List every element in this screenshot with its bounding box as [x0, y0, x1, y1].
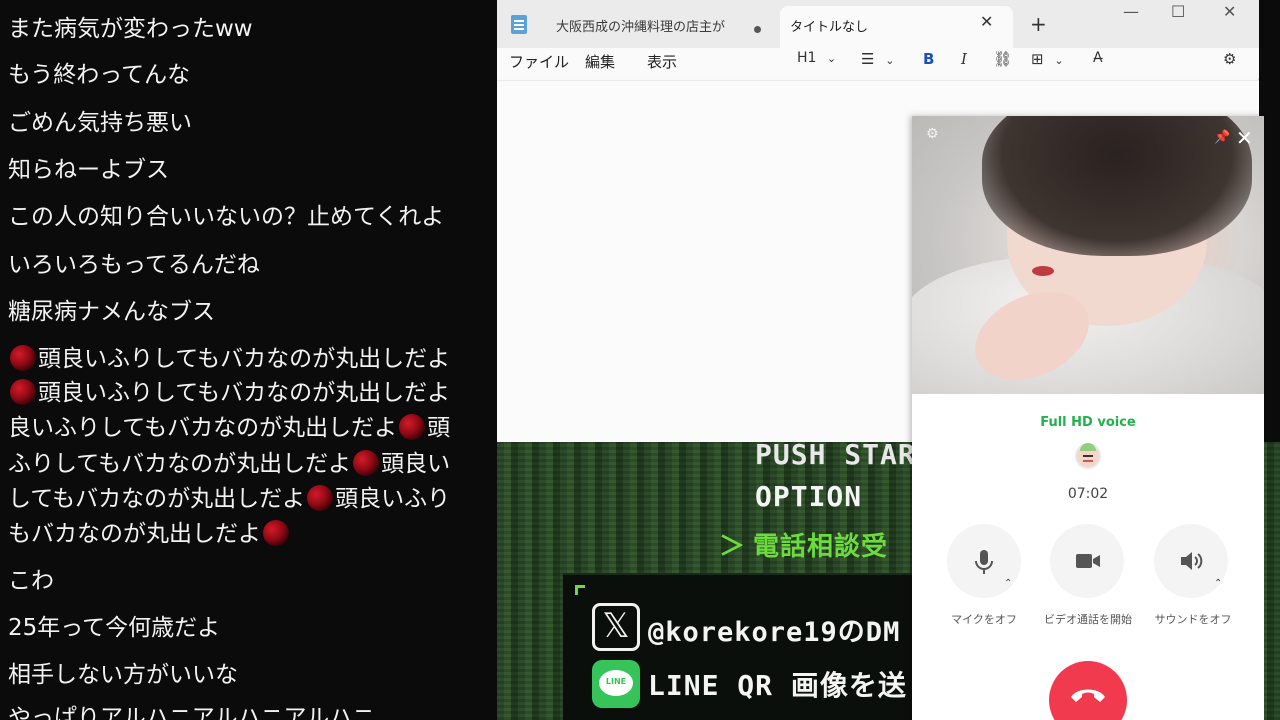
chat-message: この人の知り合いいないの？止めてくれよ — [8, 204, 445, 230]
corner-marker — [575, 585, 585, 595]
call-quality-label: Full HD voice — [1040, 415, 1136, 430]
bomb-emoji-icon — [307, 485, 334, 511]
game-menu-item: 電話相談受 — [753, 532, 889, 562]
pin-icon[interactable]: 📌 — [1214, 130, 1230, 145]
settings-gear-icon[interactable]: ⚙ — [1223, 50, 1236, 68]
chat-message: 知らねーよブス — [8, 157, 169, 183]
table-dropdown[interactable]: ⊞ ⌄ — [1031, 50, 1064, 68]
line-qr-text: LINE QR 画像を送 — [648, 669, 907, 702]
bomb-emoji-icon — [10, 345, 36, 371]
maximize-button[interactable]: ☐ — [1171, 2, 1185, 21]
close-tab-icon[interactable]: ✕ — [980, 12, 993, 31]
chat-message: こわ — [8, 568, 54, 594]
mic-icon — [975, 550, 993, 574]
minimize-button[interactable]: — — [1123, 2, 1139, 21]
speaker-icon — [1181, 552, 1203, 570]
spellcheck-icon[interactable]: A̶ — [1093, 50, 1103, 66]
title-bar: 大阪西成の沖縄料理の店主が タイトルなし ✕ + — ☐ ✕ — [497, 0, 1259, 48]
list-icon: ☰ — [861, 50, 875, 68]
chevron-down-icon: ⌄ — [826, 52, 837, 65]
bomb-emoji-icon — [10, 379, 36, 405]
game-push-start-text: PUSH STAR — [755, 442, 916, 471]
menu-edit[interactable]: 編集 — [585, 51, 615, 72]
bold-button[interactable]: B — [923, 50, 934, 68]
chat-message: してもバカなのが丸出しだよ 頭良いふり — [8, 485, 451, 512]
video-lips — [1032, 266, 1054, 276]
chevron-down-icon: ⌄ — [885, 54, 895, 67]
phone-hangup-icon — [1071, 689, 1105, 702]
bomb-emoji-icon — [353, 450, 380, 476]
list-dropdown[interactable]: ☰ ⌄ — [861, 50, 894, 68]
tab-document[interactable]: 大阪西成の沖縄料理の店主が — [541, 6, 777, 48]
tab-label: タイトルなし — [790, 20, 869, 35]
start-video-label: ビデオ通話を開始 — [1044, 613, 1132, 626]
game-cursor-arrow-icon: ＞ — [719, 532, 747, 562]
chat-message: いろいろもってるんだね — [8, 252, 260, 278]
unsaved-dot-icon — [754, 26, 761, 33]
video-settings-gear-icon[interactable]: ⚙ — [926, 126, 939, 142]
call-timer: 07:02 — [1067, 486, 1109, 502]
chevron-down-icon: ⌄ — [1054, 54, 1064, 67]
x-handle-text: @korekore19のDM — [648, 617, 901, 648]
menu-file[interactable]: ファイル — [509, 51, 569, 72]
video-call-window: ⚙ 📌 ✕ Full HD voice 07:02 ⌃ マイクをオフ ビデオ通話… — [912, 116, 1264, 720]
chat-message: 頭良いふりしてもバカなのが丸出しだよ — [8, 344, 450, 374]
close-window-button[interactable]: ✕ — [1223, 2, 1236, 21]
chat-message: また病気が変わったww — [8, 16, 253, 42]
chat-message: もう終わってんな — [8, 62, 191, 88]
caller-avatar — [1075, 443, 1101, 469]
game-option-text: OPTION — [755, 480, 863, 513]
hang-up-button[interactable] — [1049, 661, 1127, 720]
chat-message: ふりしてもバカなのが丸出しだよ 頭良い — [8, 450, 451, 477]
tab-untitled[interactable]: タイトルなし ✕ — [780, 6, 1013, 48]
chat-message: 頭良いふりしてもバカなのが丸出しだよ — [8, 378, 450, 408]
sound-off-label: サウンドをオフ — [1154, 613, 1232, 626]
link-icon[interactable]: ⛓ — [993, 50, 1012, 68]
table-icon: ⊞ — [1031, 50, 1044, 68]
bomb-emoji-icon — [399, 414, 426, 440]
heading-dropdown[interactable]: H1 ⌄ — [797, 50, 836, 66]
chevron-up-icon[interactable]: ⌃ — [1214, 578, 1222, 589]
video-icon — [1076, 554, 1100, 568]
chat-message: 糖尿病ナメんなブス — [8, 299, 215, 325]
tab-label: 大阪西成の沖縄料理の店主が — [556, 20, 726, 35]
menu-bar: ファイル 編集 表示 H1 ⌄ ☰ ⌄ B I ⛓ ⊞ ⌄ A̶ ⚙ — [497, 48, 1259, 78]
chevron-up-icon[interactable]: ⌃ — [1004, 578, 1012, 589]
chat-message: やっぱりアルハニアルハニアルハニ — [8, 705, 376, 720]
chat-message: 良いふりしてもバカなのが丸出しだよ頭 — [8, 414, 451, 441]
italic-button[interactable]: I — [961, 50, 967, 68]
start-video-button[interactable] — [1050, 524, 1124, 598]
chat-message: 相手しない方がいいな — [8, 662, 238, 688]
new-tab-button[interactable]: + — [1030, 12, 1047, 36]
chat-message: ごめん気持ち悪い — [8, 110, 192, 136]
notepad-app-icon — [511, 15, 527, 34]
video-feed: ⚙ 📌 ✕ — [912, 116, 1264, 394]
bomb-emoji-icon — [263, 520, 289, 546]
menu-view[interactable]: 表示 — [647, 51, 677, 72]
video-hair — [982, 116, 1252, 256]
line-logo-icon: LINE — [592, 660, 640, 708]
chat-panel: また病気が変わったww もう終わってんな ごめん気持ち悪い 知らねーよブス この… — [0, 0, 497, 720]
mute-mic-label: マイクをオフ — [951, 613, 1017, 626]
close-call-window-icon[interactable]: ✕ — [1236, 126, 1253, 150]
chat-message: もバカなのが丸出しだよ — [8, 519, 291, 549]
x-logo-icon: 𝕏 — [592, 603, 640, 651]
chat-message: 25年って今何歳だよ — [8, 615, 221, 641]
